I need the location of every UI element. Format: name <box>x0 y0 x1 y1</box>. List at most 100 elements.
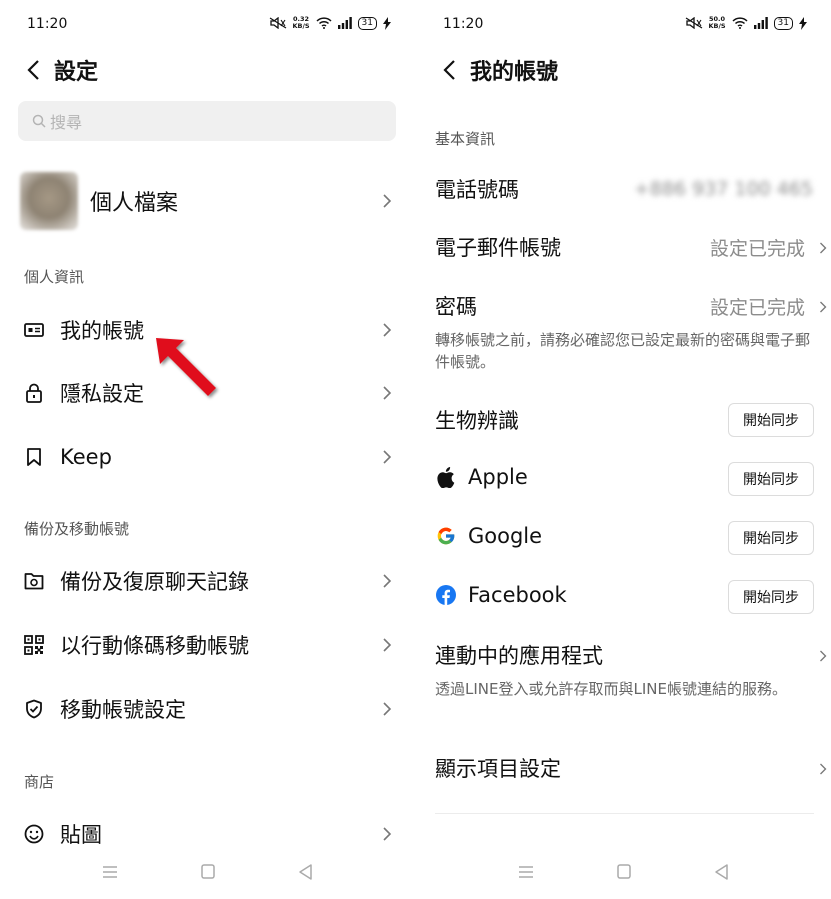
network-speed: 50.0 KB/S <box>708 15 726 30</box>
section-store: 商店 <box>24 773 55 791</box>
menu-label: Keep <box>60 445 112 469</box>
phone-number-label: 電話號碼 <box>435 178 519 202</box>
bookmark-icon <box>24 447 44 467</box>
shield-check-icon <box>24 699 44 719</box>
password-row[interactable]: 密碼 設定已完成 <box>416 291 831 323</box>
header: 我的帳號 <box>416 52 831 88</box>
facebook-label: Facebook <box>468 583 567 607</box>
header: 設定 <box>0 52 415 88</box>
linked-apps-row[interactable]: 連動中的應用程式 <box>416 640 831 672</box>
chevron-right-icon <box>383 638 392 652</box>
home-nav-icon[interactable] <box>198 863 218 881</box>
password-note: 轉移帳號之前，請務必確認您已設定最新的密碼與電子郵件帳號。 <box>435 331 811 371</box>
signal-icon <box>753 17 768 29</box>
navigation-bar <box>416 857 831 887</box>
apple-icon <box>435 466 457 488</box>
navigation-bar <box>0 857 415 887</box>
battery-indicator: 31 <box>773 16 793 30</box>
page-title: 我的帳號 <box>470 60 559 85</box>
chevron-right-icon <box>383 450 392 464</box>
settings-screen: 11:20 0.32KB/S 31 設定 搜尋 個人檔案 個人資訊 我的帳號 <box>0 0 415 899</box>
battery-indicator: 31 <box>357 16 377 30</box>
section-backup-transfer: 備份及移動帳號 <box>24 520 130 538</box>
facebook-sync-button[interactable]: 開始同步 <box>728 580 814 614</box>
biometrics-label: 生物辨識 <box>435 409 519 433</box>
network-speed: 0.32 KB/S <box>292 15 310 30</box>
profile-row[interactable]: 個人檔案 <box>0 170 415 232</box>
password-status: 設定已完成 <box>709 297 805 319</box>
biometrics-row: 生物辨識 開始同步 <box>416 403 831 437</box>
wifi-icon <box>732 17 748 29</box>
mute-icon <box>685 17 702 29</box>
menu-item-backup-chat[interactable]: 備份及復原聊天記錄 <box>0 556 415 606</box>
email-label: 電子郵件帳號 <box>435 236 561 260</box>
status-time: 11:20 <box>443 16 484 32</box>
annotation-arrow-icon <box>156 338 216 396</box>
chevron-left-icon <box>443 60 455 80</box>
chevron-right-icon <box>383 574 392 588</box>
phone-number-value: +886 937 100 465 <box>633 178 813 200</box>
menu-label: 我的帳號 <box>60 319 144 343</box>
chevron-right-icon <box>820 242 827 254</box>
menu-item-keep[interactable]: Keep <box>0 432 415 482</box>
search-input[interactable]: 搜尋 <box>18 101 396 141</box>
facebook-row: Facebook 開始同步 <box>416 580 831 614</box>
section-personal-info: 個人資訊 <box>24 268 85 286</box>
menu-item-stickers[interactable]: 貼圖 <box>0 809 415 859</box>
back-button[interactable] <box>18 55 48 85</box>
charging-icon <box>383 16 391 30</box>
qr-code-icon <box>24 635 44 655</box>
my-account-screen: 11:20 50.0 KB/S 31 我的帳號 基本資訊 電話號碼 +886 93… <box>416 0 831 899</box>
menu-item-transfer-settings[interactable]: 移動帳號設定 <box>0 684 415 734</box>
google-sync-button[interactable]: 開始同步 <box>728 521 814 555</box>
phone-number-row[interactable]: 電話號碼 +886 937 100 465 <box>416 174 831 206</box>
google-icon <box>435 525 457 547</box>
menu-label: 貼圖 <box>60 823 102 847</box>
page-title: 設定 <box>54 60 99 85</box>
lock-icon <box>24 383 44 403</box>
profile-label: 個人檔案 <box>90 191 179 216</box>
google-row: Google 開始同步 <box>416 521 831 555</box>
mute-icon <box>269 17 286 29</box>
biometrics-sync-button[interactable]: 開始同步 <box>728 403 814 437</box>
chevron-right-icon <box>383 827 392 841</box>
divider <box>435 813 814 814</box>
email-status: 設定已完成 <box>709 238 805 260</box>
back-nav-icon[interactable] <box>712 863 732 881</box>
chevron-right-icon <box>820 650 827 662</box>
display-settings-row[interactable]: 顯示項目設定 <box>416 753 831 785</box>
menu-label: 移動帳號設定 <box>60 698 186 722</box>
back-button[interactable] <box>434 55 464 85</box>
status-bar: 11:20 50.0 KB/S 31 <box>416 14 831 38</box>
folder-restore-icon <box>24 571 44 591</box>
apple-row: Apple 開始同步 <box>416 462 831 496</box>
search-icon <box>32 114 46 128</box>
linked-apps-label: 連動中的應用程式 <box>435 644 603 668</box>
avatar <box>20 172 78 230</box>
menu-label: 以行動條碼移動帳號 <box>60 634 249 658</box>
google-label: Google <box>468 524 543 548</box>
chevron-right-icon <box>820 301 827 313</box>
chevron-left-icon <box>27 60 39 80</box>
menu-item-qr-transfer[interactable]: 以行動條碼移動帳號 <box>0 620 415 670</box>
menu-nav-icon[interactable] <box>516 863 536 881</box>
email-row[interactable]: 電子郵件帳號 設定已完成 <box>416 232 831 264</box>
apple-sync-button[interactable]: 開始同步 <box>728 462 814 496</box>
smiley-icon <box>24 824 44 844</box>
charging-icon <box>799 16 807 30</box>
signal-icon <box>337 17 352 29</box>
menu-label: 備份及復原聊天記錄 <box>60 570 249 594</box>
back-nav-icon[interactable] <box>296 863 316 881</box>
menu-nav-icon[interactable] <box>100 863 120 881</box>
chevron-right-icon <box>383 386 392 400</box>
display-settings-label: 顯示項目設定 <box>435 757 561 781</box>
status-time: 11:20 <box>27 16 68 32</box>
home-nav-icon[interactable] <box>614 863 634 881</box>
section-basic-info: 基本資訊 <box>435 130 496 148</box>
chevron-right-icon <box>383 194 392 208</box>
chevron-right-icon <box>820 763 827 775</box>
menu-label: 隱私設定 <box>60 382 144 406</box>
id-card-icon <box>24 320 44 340</box>
password-label: 密碼 <box>435 295 477 319</box>
search-placeholder: 搜尋 <box>50 113 83 132</box>
